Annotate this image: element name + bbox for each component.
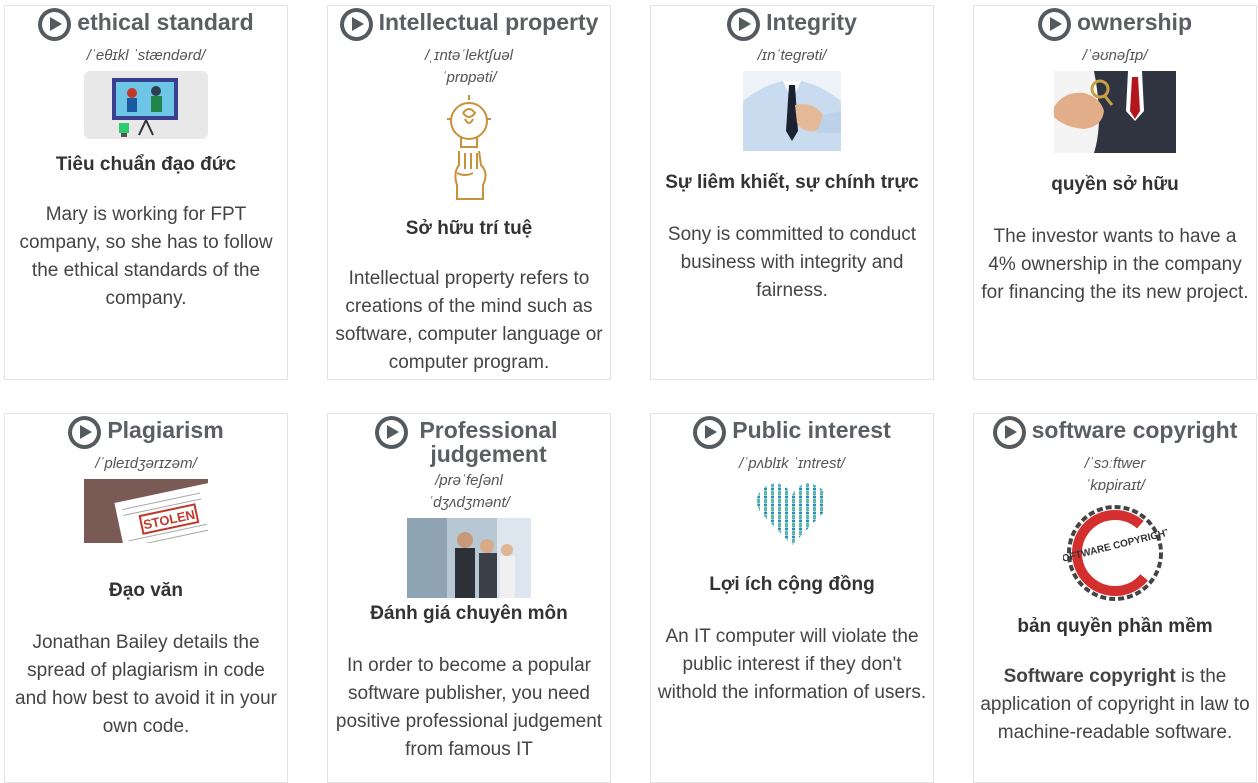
pronunciation: /ˈeθɪkl ˈstændərd/ bbox=[86, 47, 206, 64]
vocab-card: Integrity /ɪnˈtegrəti/ Sự liêm khiết, sự… bbox=[650, 5, 934, 380]
example-sentence: The investor wants to have a 4% ownershi… bbox=[981, 226, 1249, 303]
vietnamese-meaning: Tiêu chuẩn đạo đức bbox=[55, 154, 237, 175]
play-audio-icon[interactable] bbox=[68, 416, 102, 449]
hand-on-chest-photo bbox=[743, 71, 841, 151]
example-highlight: Software copyright bbox=[1003, 666, 1176, 687]
stolen-stamp-photo: STOLEN bbox=[84, 479, 225, 562]
vietnamese-meaning: Đánh giá chuyên môn bbox=[370, 603, 568, 624]
play-audio-icon[interactable] bbox=[992, 416, 1026, 449]
vietnamese-meaning: Sự liêm khiết, sự chính trực bbox=[665, 172, 919, 193]
play-audio-icon[interactable] bbox=[339, 8, 373, 41]
vocab-word: Intellectual property bbox=[378, 9, 599, 35]
vocab-word: Plagiarism bbox=[107, 417, 224, 443]
play-audio-icon[interactable] bbox=[374, 416, 408, 449]
vocab-word: Professional judgement bbox=[419, 417, 558, 467]
copyright-seal-icon: SOFTWARE COPYRIGHT bbox=[1054, 501, 1172, 605]
play-audio-icon[interactable] bbox=[727, 8, 761, 41]
vocab-word: ethical standard bbox=[77, 9, 254, 35]
vietnamese-meaning: Đạo văn bbox=[109, 580, 183, 601]
play-audio-icon[interactable] bbox=[1037, 8, 1071, 41]
vocab-card: software copyright /ˈsɔːftwer ˈkɒpiraɪt/… bbox=[973, 413, 1257, 783]
example-sentence: Intellectual property refers to creation… bbox=[335, 268, 603, 373]
example-sentence: In order to become a popular software pu… bbox=[335, 655, 603, 760]
vocab-card: Plagiarism /ˈpleɪdʒərɪzəm/ STOLEN Đạo vă… bbox=[4, 413, 288, 783]
pronunciation: /ˈəʊnəʃɪp/ bbox=[1082, 47, 1148, 64]
vietnamese-meaning: quyền sở hữu bbox=[1051, 174, 1179, 195]
vocab-word: Integrity bbox=[766, 9, 857, 35]
play-audio-icon[interactable] bbox=[38, 8, 72, 41]
example-sentence: Software copyright is the application of… bbox=[974, 663, 1256, 747]
business-people-photo bbox=[407, 518, 531, 598]
example-sentence: Mary is working for FPT company, so she … bbox=[19, 204, 273, 309]
pronunciation: /ˌɪntəˈlektʃuəl ˈprɒpəti/ bbox=[424, 47, 514, 86]
example-sentence: Sony is committed to conduct business wi… bbox=[667, 224, 917, 301]
key-in-hand-photo bbox=[1054, 71, 1176, 153]
play-audio-icon[interactable] bbox=[693, 416, 727, 449]
pronunciation: /prəˈfeʃənl ˈdʒʌdʒmənt/ bbox=[428, 472, 510, 511]
vocab-word: software copyright bbox=[1031, 417, 1238, 443]
vocab-card: Professional judgement /prəˈfeʃənl ˈdʒʌd… bbox=[327, 413, 611, 783]
vocab-card: ownership /ˈəʊnəʃɪp/ quyền sở hữu The in… bbox=[973, 5, 1257, 380]
vocab-card: ethical standard /ˈeθɪkl ˈstændərd/ Tiêu… bbox=[4, 5, 288, 380]
example-sentence: Jonathan Bailey details the spread of pl… bbox=[15, 632, 277, 737]
vocab-word: ownership bbox=[1076, 9, 1192, 35]
example-sentence: An IT computer will violate the public i… bbox=[657, 626, 927, 703]
pronunciation: /ˈpʌblɪk ˈɪntrest/ bbox=[739, 455, 845, 472]
vietnamese-meaning: Sở hữu trí tuệ bbox=[405, 218, 533, 239]
ethics-presentation-illustration bbox=[84, 71, 208, 139]
pronunciation: /ɪnˈtegrəti/ bbox=[757, 47, 827, 64]
pronunciation: /ˈpleɪdʒərɪzəm/ bbox=[95, 455, 197, 472]
vocab-word: Public interest bbox=[732, 417, 891, 443]
vietnamese-meaning: bản quyền phần mềm bbox=[1017, 616, 1213, 637]
pronunciation: /ˈsɔːftwer ˈkɒpiraɪt/ bbox=[1084, 455, 1146, 494]
people-heart-icon bbox=[755, 479, 829, 549]
vocab-card: Intellectual property /ˌɪntəˈlektʃuəl ˈp… bbox=[327, 5, 611, 380]
lightbulb-hand-icon bbox=[439, 93, 499, 203]
vietnamese-meaning: Lợi ích cộng đồng bbox=[709, 574, 875, 595]
vocab-card: Public interest /ˈpʌblɪk ˈɪntrest/ Lợi í… bbox=[650, 413, 934, 783]
